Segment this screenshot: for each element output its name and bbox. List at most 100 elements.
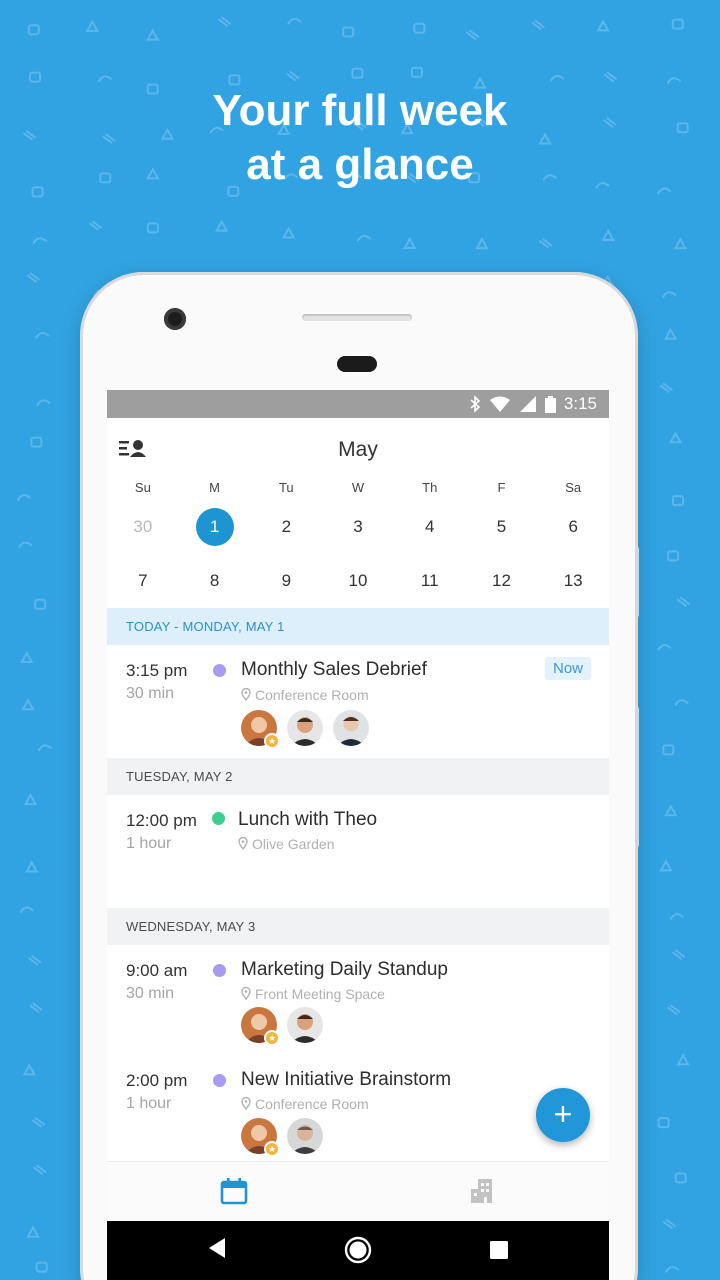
doodle-shape (539, 238, 553, 249)
weekday-label: F (497, 480, 506, 495)
weekday-label: Th (422, 480, 438, 495)
doodle-shape (603, 71, 617, 82)
agenda-event[interactable]: 12:00 pm 1 hour Lunch with Theo Olive Ga… (107, 795, 609, 908)
calendar-day[interactable]: 10 (322, 562, 394, 600)
doodle-shape (674, 1172, 687, 1184)
doodle-shape (676, 1053, 690, 1066)
calendar-day[interactable]: 6 (537, 508, 609, 546)
doodle-shape (19, 906, 34, 914)
doodle-shape (601, 228, 615, 241)
location-pin-icon (241, 1096, 251, 1111)
event-color-dot (213, 964, 226, 977)
recents-icon[interactable] (489, 1240, 509, 1260)
phone-power-button (635, 707, 639, 847)
doodle-shape (413, 22, 426, 34)
avatar[interactable] (287, 1007, 323, 1043)
calendar-day[interactable]: 8 (179, 562, 251, 600)
doodle-shape (410, 66, 423, 78)
doodle-shape (671, 18, 684, 30)
doodle-shape (88, 220, 102, 231)
calendar-day-selected[interactable]: 1 (179, 508, 251, 546)
back-icon[interactable] (207, 1237, 227, 1259)
calendar-day[interactable]: 9 (250, 562, 322, 600)
doodle-shape (98, 75, 113, 83)
bluetooth-icon (470, 395, 481, 413)
doodle-shape (85, 19, 100, 32)
agenda-event[interactable]: 9:00 am 30 min Marketing Daily Standup F… (107, 945, 609, 1060)
doodle-shape (662, 1218, 676, 1229)
event-duration: 1 hour (126, 1095, 172, 1112)
doodle-shape (356, 235, 371, 242)
avatar[interactable]: ★ (241, 1118, 280, 1157)
doodle-shape (29, 71, 42, 83)
calendar-day[interactable]: 30 (107, 508, 179, 546)
doodle-shape (673, 237, 688, 250)
doodle-shape (35, 1261, 48, 1273)
doodle-shape (531, 19, 545, 30)
doodle-shape (475, 237, 489, 250)
location-pin-icon (238, 836, 248, 851)
doodle-shape (657, 644, 672, 651)
doodle-shape (657, 1117, 670, 1129)
doodle-shape (37, 744, 52, 752)
doodle-shape (466, 29, 480, 40)
building-icon[interactable] (468, 1176, 498, 1206)
doodle-shape (26, 272, 40, 283)
doodle-shape (31, 1117, 45, 1128)
calendar-day[interactable]: 7 (107, 562, 179, 600)
calendar-week-row: 7 8 9 10 11 12 13 (107, 554, 609, 608)
battery-icon (544, 395, 556, 413)
event-duration: 30 min (126, 685, 175, 702)
calendar-day[interactable]: 11 (394, 562, 466, 600)
calendar-day[interactable]: 13 (537, 562, 609, 600)
attendee-avatars: ★ (241, 1118, 323, 1157)
doodle-shape (674, 699, 689, 706)
avatar[interactable] (333, 710, 369, 746)
avatar[interactable]: ★ (241, 710, 280, 749)
doodle-shape (668, 431, 683, 444)
bottom-navigation (107, 1161, 609, 1221)
calendar-day[interactable]: 3 (322, 508, 394, 546)
phone-volume-button (635, 547, 639, 617)
doodle-shape (36, 399, 51, 406)
event-title: Lunch with Theo (238, 809, 378, 830)
calendar-day[interactable]: 12 (466, 562, 538, 600)
event-location: Front Meeting Space (241, 986, 385, 1002)
doodle-shape (672, 949, 686, 960)
agenda-event[interactable]: 3:15 pm 30 min Monthly Sales Debrief Con… (107, 645, 609, 758)
app-screen: 3:15 May Su M Tu W Th F Sa 30 1 2 3 4 5 … (107, 390, 609, 1280)
signal-icon (519, 396, 536, 412)
add-event-button[interactable]: + (536, 1088, 590, 1142)
home-icon[interactable] (343, 1235, 373, 1265)
calendar-icon[interactable] (219, 1176, 249, 1206)
doodle-shape (287, 18, 302, 25)
headline-line-2: at a glance (246, 140, 474, 189)
location-pin-icon (241, 986, 251, 1001)
doodle-shape (662, 291, 677, 298)
doodle-shape (596, 19, 610, 32)
doodle-shape (27, 24, 40, 36)
calendar-day[interactable]: 4 (394, 508, 466, 546)
status-bar: 3:15 (107, 390, 609, 418)
calendar-day[interactable]: 5 (466, 508, 538, 546)
phone-camera (164, 308, 186, 330)
location-pin-icon (241, 687, 251, 702)
avatar[interactable] (287, 710, 323, 746)
event-duration: 30 min (126, 985, 175, 1002)
avatar[interactable]: ★ (241, 1007, 280, 1046)
calendar-day[interactable]: 2 (250, 508, 322, 546)
agenda-section-wednesday: WEDNESDAY, MAY 3 (107, 908, 609, 945)
phone-sensor (337, 356, 377, 372)
doodle-shape (218, 16, 232, 27)
doodle-shape (30, 436, 43, 448)
attendee-avatars: ★ (241, 710, 369, 749)
doodle-shape (22, 1063, 37, 1076)
now-badge: Now (544, 657, 591, 680)
doodle-shape (28, 955, 42, 966)
attendee-avatars: ★ (241, 1007, 323, 1046)
doodle-shape (550, 74, 565, 82)
doodle-shape (146, 28, 160, 41)
event-color-dot (212, 812, 225, 825)
avatar[interactable] (287, 1118, 323, 1154)
organizer-star-icon: ★ (264, 1141, 280, 1157)
